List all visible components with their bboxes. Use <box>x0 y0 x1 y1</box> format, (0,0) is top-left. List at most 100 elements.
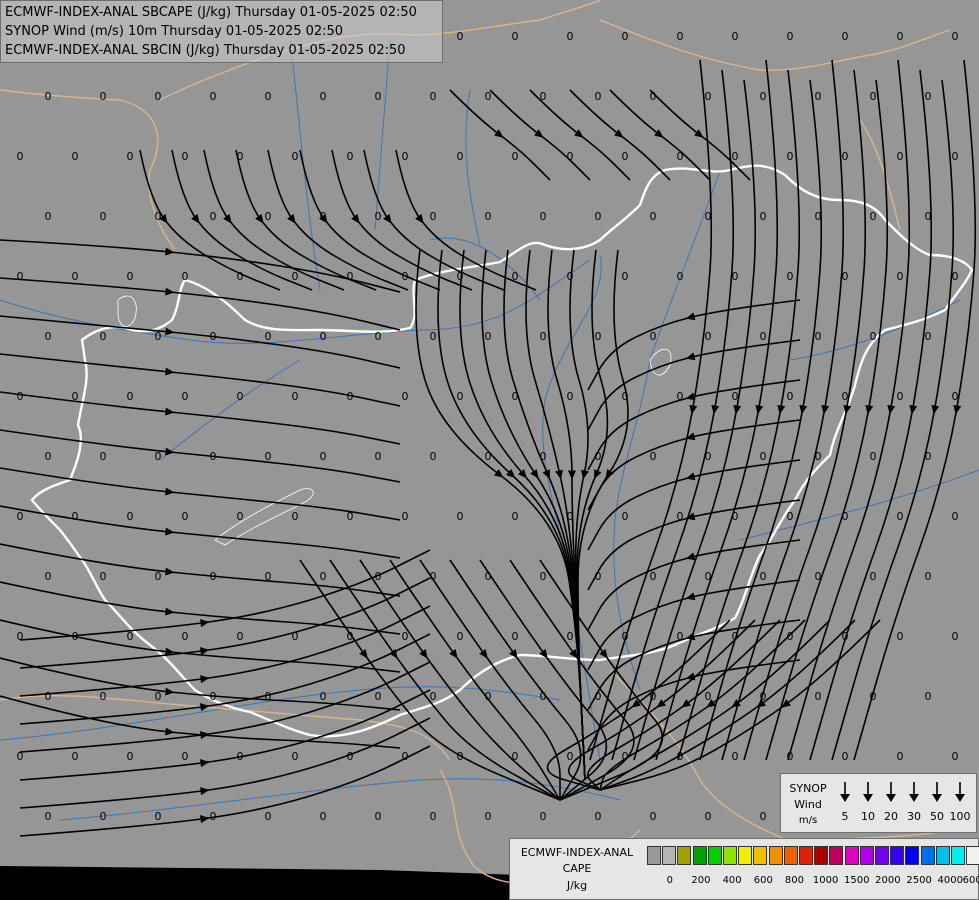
grid-value-label: 0 <box>512 390 519 403</box>
grid-value-label: 0 <box>870 90 877 103</box>
cape-tick-label: 1500 <box>844 875 870 886</box>
grid-value-label: 0 <box>870 210 877 223</box>
grid-value-label: 0 <box>210 450 217 463</box>
cape-color-swatch <box>677 846 692 865</box>
cape-color-swatch <box>859 846 874 865</box>
grid-value-label: 0 <box>760 450 767 463</box>
grid-value-label: 0 <box>402 390 409 403</box>
grid-value-label: 0 <box>430 690 437 703</box>
grid-value-label: 0 <box>512 150 519 163</box>
grid-value-label: 0 <box>870 330 877 343</box>
grid-value-label: 0 <box>72 270 79 283</box>
grid-value-label: 0 <box>402 150 409 163</box>
grid-value-label: 0 <box>815 690 822 703</box>
cape-color-swatch <box>768 846 783 865</box>
wind-arrowhead-icon <box>886 794 896 802</box>
grid-value-label: 0 <box>897 270 904 283</box>
grid-value-label: 0 <box>320 330 327 343</box>
grid-value-label: 0 <box>787 390 794 403</box>
grid-value-label: 0 <box>457 750 464 763</box>
cape-color-swatch <box>738 846 753 865</box>
grid-value-label: 0 <box>100 210 107 223</box>
synop-speed-label: 20 <box>884 810 898 823</box>
cape-color-swatch <box>935 846 950 865</box>
grid-value-label: 0 <box>705 690 712 703</box>
grid-value-label: 0 <box>182 510 189 523</box>
grid-value-label: 0 <box>732 30 739 43</box>
grid-value-label: 0 <box>677 750 684 763</box>
cape-color-swatch <box>662 846 677 865</box>
cape-tick-label: 600 <box>753 875 773 886</box>
grid-value-label: 0 <box>210 690 217 703</box>
grid-value-label: 0 <box>952 510 959 523</box>
grid-value-label: 0 <box>677 510 684 523</box>
grid-value-label: 0 <box>952 30 959 43</box>
synop-speed-label: 50 <box>930 810 944 823</box>
grid-value-label: 0 <box>732 270 739 283</box>
cape-color-swatch <box>783 846 798 865</box>
grid-value-label: 0 <box>705 90 712 103</box>
grid-value-label: 0 <box>650 690 657 703</box>
grid-value-label: 0 <box>45 330 52 343</box>
grid-value-label: 0 <box>100 690 107 703</box>
cape-color-swatch <box>951 846 965 865</box>
grid-value-label: 0 <box>925 210 932 223</box>
cape-color-swatch <box>875 846 889 865</box>
synop-legend-title: SYNOP <box>789 782 827 795</box>
grid-value-label: 0 <box>45 450 52 463</box>
grid-value-label: 0 <box>595 210 602 223</box>
grid-value-label: 0 <box>897 510 904 523</box>
grid-value-label: 0 <box>512 750 519 763</box>
grid-value-label: 0 <box>265 210 272 223</box>
grid-value-label: 0 <box>622 750 629 763</box>
grid-value-label: 0 <box>512 270 519 283</box>
grid-value-label: 0 <box>100 330 107 343</box>
grid-value-label: 0 <box>595 810 602 823</box>
grid-value-label: 0 <box>677 630 684 643</box>
grid-value-label: 0 <box>897 750 904 763</box>
wind-arrowhead-icon <box>863 794 873 802</box>
grid-value-label: 0 <box>622 270 629 283</box>
grid-value-label: 0 <box>182 270 189 283</box>
grid-value-label: 0 <box>650 810 657 823</box>
grid-value-label: 0 <box>155 330 162 343</box>
grid-value-label: 0 <box>457 150 464 163</box>
grid-value-label: 0 <box>925 90 932 103</box>
grid-value-label: 0 <box>375 90 382 103</box>
cape-color-swatch <box>753 846 768 865</box>
grid-value-label: 0 <box>347 750 354 763</box>
grid-value-label: 0 <box>17 510 24 523</box>
grid-value-label: 0 <box>705 810 712 823</box>
grid-value-label: 0 <box>650 90 657 103</box>
grid-value-label: 0 <box>485 330 492 343</box>
grid-value-label: 0 <box>540 450 547 463</box>
synop-wind-legend: SYNOP Wind m/s 5 10 20 30 50 100 <box>780 773 977 833</box>
grid-value-label: 0 <box>677 30 684 43</box>
grid-value-label: 0 <box>925 570 932 583</box>
title-cape: ECMWF-INDEX-ANAL SBCAPE (J/kg) Thursday … <box>5 5 417 20</box>
grid-value-label: 0 <box>17 750 24 763</box>
grid-value-label: 0 <box>347 390 354 403</box>
grid-value-label: 0 <box>897 390 904 403</box>
grid-value-label: 0 <box>100 90 107 103</box>
cape-tick-label: 4000 <box>937 875 963 886</box>
cape-color-swatch <box>966 846 979 865</box>
grid-value-label: 0 <box>430 210 437 223</box>
grid-value-label: 0 <box>650 570 657 583</box>
grid-value-label: 0 <box>375 570 382 583</box>
grid-value-label: 0 <box>45 210 52 223</box>
grid-value-label: 0 <box>925 330 932 343</box>
grid-value-label: 0 <box>347 630 354 643</box>
grid-value-label: 0 <box>402 750 409 763</box>
synop-speed-label: 100 <box>949 810 971 823</box>
grid-value-label: 0 <box>292 510 299 523</box>
synop-speed-label: 30 <box>907 810 921 823</box>
grid-value-label: 0 <box>622 510 629 523</box>
grid-value-label: 0 <box>292 750 299 763</box>
cape-tick-label: 6000 <box>962 875 979 886</box>
grid-value-label: 0 <box>815 450 822 463</box>
cape-tick-label: 800 <box>784 875 804 886</box>
grid-value-label: 0 <box>210 90 217 103</box>
grid-value-label: 0 <box>705 210 712 223</box>
grid-value-label: 0 <box>567 270 574 283</box>
